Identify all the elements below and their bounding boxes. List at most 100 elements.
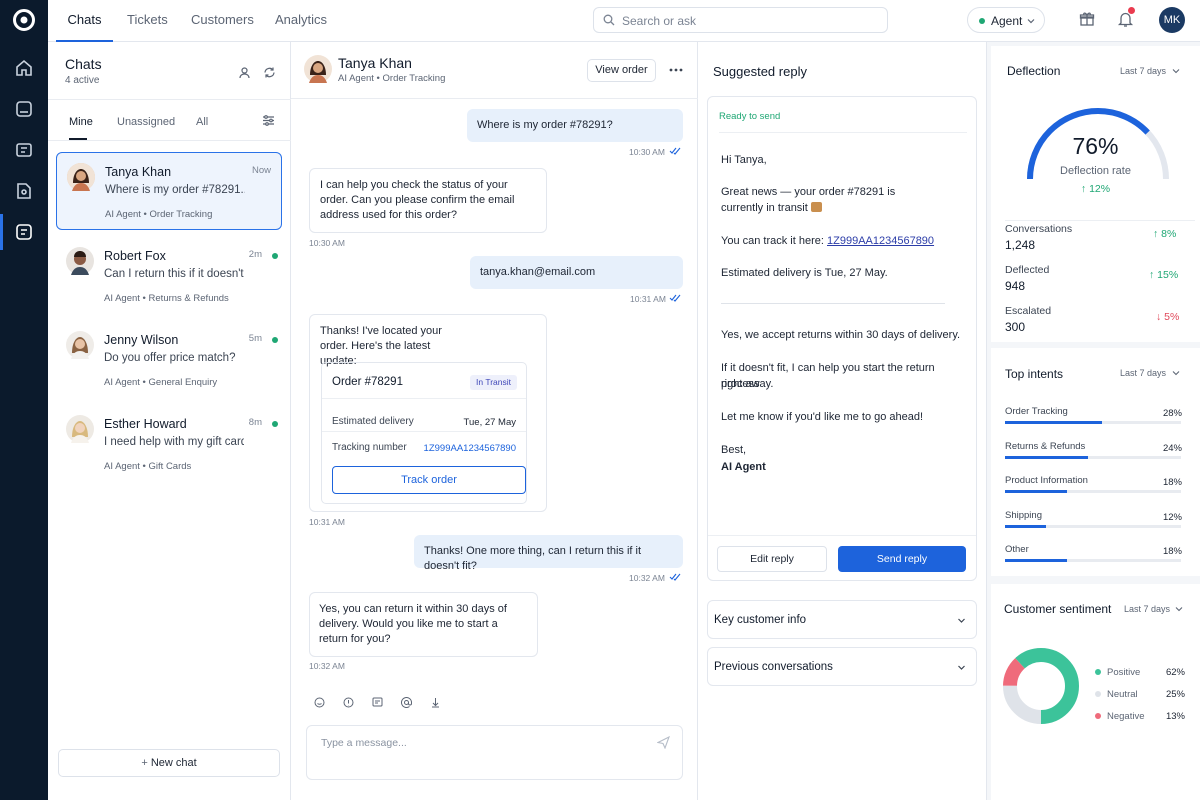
legend-percent: 25% bbox=[1165, 689, 1185, 700]
message-preview: Where is my order #78291... bbox=[105, 184, 245, 196]
message-time: 10:31 AM bbox=[630, 294, 666, 304]
legend-percent: 13% bbox=[1165, 711, 1185, 722]
chat-item-jenny-wilson[interactable]: Jenny Wilson 5m Do you offer price match… bbox=[56, 321, 282, 399]
read-check-icon bbox=[669, 294, 681, 302]
user-avatar[interactable]: MK bbox=[1159, 7, 1185, 33]
intent-bar-track bbox=[1005, 490, 1181, 493]
tracking-number-link[interactable]: 1Z999AA1234567890 bbox=[424, 441, 516, 456]
filter-unassigned[interactable]: Unassigned bbox=[117, 116, 175, 128]
read-check-icon bbox=[669, 573, 681, 581]
conversation-panel: Tanya Khan AI Agent • Order Tracking Vie… bbox=[291, 42, 698, 800]
arrow-down-icon: ↓ bbox=[1156, 311, 1165, 323]
intent-percent: 18% bbox=[1162, 546, 1182, 557]
message-time: 10:31 AM bbox=[309, 517, 345, 527]
ready-status: Ready to send bbox=[719, 111, 781, 122]
divider bbox=[48, 99, 291, 100]
filter-all[interactable]: All bbox=[196, 116, 208, 128]
filter-settings-icon[interactable] bbox=[262, 114, 275, 127]
tracking-link[interactable]: 1Z999AA1234567890 bbox=[827, 235, 934, 247]
key-customer-info-accordion[interactable]: Key customer info bbox=[707, 600, 977, 639]
reply-signature: AI Agent bbox=[721, 461, 766, 473]
reply-line: Estimated delivery is Tue, 27 May. bbox=[721, 267, 888, 279]
date-range-select[interactable]: Last 7 days bbox=[1120, 66, 1166, 76]
unread-dot bbox=[272, 421, 278, 427]
attachment-icon[interactable] bbox=[430, 697, 441, 708]
accordion-title: Previous conversations bbox=[714, 661, 833, 673]
status-badge: In Transit bbox=[470, 375, 517, 390]
contacts-icon[interactable] bbox=[14, 181, 34, 201]
reply-line: currently in transit bbox=[721, 200, 822, 216]
new-chat-button[interactable]: + New chat bbox=[58, 749, 280, 777]
message-preview: Can I return this if it doesn't... bbox=[104, 268, 244, 280]
more-options-icon[interactable] bbox=[669, 63, 683, 77]
track-order-button[interactable]: Track order bbox=[332, 466, 526, 494]
accordion-title: Key customer info bbox=[714, 614, 807, 626]
mention-icon[interactable] bbox=[401, 697, 412, 708]
divider bbox=[322, 431, 526, 432]
intent-percent: 12% bbox=[1162, 511, 1182, 523]
tab-analytics[interactable]: Analytics bbox=[275, 0, 327, 42]
time-label: 2m bbox=[248, 249, 262, 260]
chat-meta: AI Agent • General Enquiry bbox=[104, 377, 218, 388]
intent-bar-track bbox=[1005, 559, 1181, 562]
date-range-select[interactable]: Last 7 days bbox=[1120, 368, 1166, 378]
intent-name: Shipping bbox=[1005, 509, 1042, 521]
search-input[interactable]: Search or ask bbox=[593, 7, 888, 33]
message-composer[interactable]: Type a message... bbox=[306, 725, 683, 780]
previous-conversations-accordion[interactable]: Previous conversations bbox=[707, 647, 977, 686]
assign-user-icon[interactable] bbox=[238, 66, 251, 79]
intent-name: Order Tracking bbox=[1005, 406, 1068, 417]
view-order-button[interactable]: View order bbox=[587, 59, 656, 82]
message-time: 10:32 AM bbox=[309, 661, 345, 671]
unread-dot bbox=[272, 253, 278, 259]
send-icon[interactable] bbox=[657, 736, 670, 749]
info-icon[interactable] bbox=[343, 697, 354, 708]
emoji-icon[interactable] bbox=[314, 697, 325, 708]
home-icon[interactable] bbox=[14, 58, 34, 78]
customer-message: Where is my order #78291? bbox=[467, 109, 683, 142]
reply-line: right away. bbox=[721, 378, 774, 390]
contact-name: Robert Fox bbox=[104, 249, 166, 263]
notification-badge bbox=[1128, 7, 1135, 14]
intent-bar-track bbox=[1005, 524, 1181, 528]
intent-bar-fill bbox=[1005, 455, 1088, 459]
gift-icon[interactable] bbox=[1079, 11, 1095, 27]
divider bbox=[1005, 220, 1195, 221]
chat-item-tanya-khan[interactable]: Tanya Khan Now Where is my order #78291.… bbox=[56, 152, 282, 230]
sentiment-donut bbox=[1003, 648, 1079, 724]
reply-line: Let me know if you'd like me to go ahead… bbox=[721, 411, 924, 423]
suggested-reply-panel: Suggested reply Ready to send Hi Tanya, … bbox=[698, 42, 987, 800]
contact-name: Jenny Wilson bbox=[104, 333, 179, 347]
chat-icon[interactable] bbox=[14, 222, 34, 242]
suggested-reply-title: Suggested reply bbox=[713, 64, 807, 79]
send-reply-button[interactable]: Send reply bbox=[838, 546, 966, 572]
reply-greeting: Hi Tanya, bbox=[721, 154, 767, 166]
legend-label: Positive bbox=[1107, 667, 1141, 678]
tab-tickets[interactable]: Tickets bbox=[127, 0, 168, 42]
tab-customers[interactable]: Customers bbox=[191, 0, 254, 42]
divider bbox=[719, 132, 967, 133]
tickets-icon[interactable] bbox=[14, 140, 34, 160]
intent-bar-track bbox=[1005, 421, 1181, 424]
chat-list-panel: Chats 4 active Mine Unassigned All Tanya… bbox=[48, 42, 291, 800]
tab-chats[interactable]: Chats bbox=[56, 0, 113, 42]
message-preview: Do you offer price match? bbox=[104, 352, 236, 364]
deflection-card: Deflection Last 7 days 76% Deflection ra… bbox=[991, 46, 1200, 342]
edit-reply-button[interactable]: Edit reply bbox=[717, 546, 827, 572]
inbox-icon[interactable] bbox=[14, 99, 34, 119]
chat-item-esther-howard[interactable]: Esther Howard 8m I need help with my gif… bbox=[56, 405, 282, 483]
chat-item-robert-fox[interactable]: Robert Fox 2m Can I return this if it do… bbox=[56, 237, 282, 315]
conversation-contact-name: Tanya Khan bbox=[338, 55, 412, 71]
date-range-select[interactable]: Last 7 days bbox=[1124, 604, 1170, 614]
logo-icon[interactable] bbox=[12, 8, 36, 32]
refresh-icon[interactable] bbox=[263, 66, 276, 79]
agent-status-select[interactable]: Agent bbox=[967, 7, 1045, 33]
saved-replies-icon[interactable] bbox=[372, 697, 383, 708]
chat-meta: AI Agent • Returns & Refunds bbox=[104, 293, 229, 304]
left-rail bbox=[0, 0, 48, 800]
stat-change: ↓ 5% bbox=[1156, 311, 1180, 323]
filter-mine[interactable]: Mine bbox=[69, 116, 93, 128]
stat-change: ↑ 15% bbox=[1149, 269, 1179, 281]
stat-value: 948 bbox=[1005, 279, 1026, 293]
intent-bar-fill bbox=[1005, 490, 1068, 493]
